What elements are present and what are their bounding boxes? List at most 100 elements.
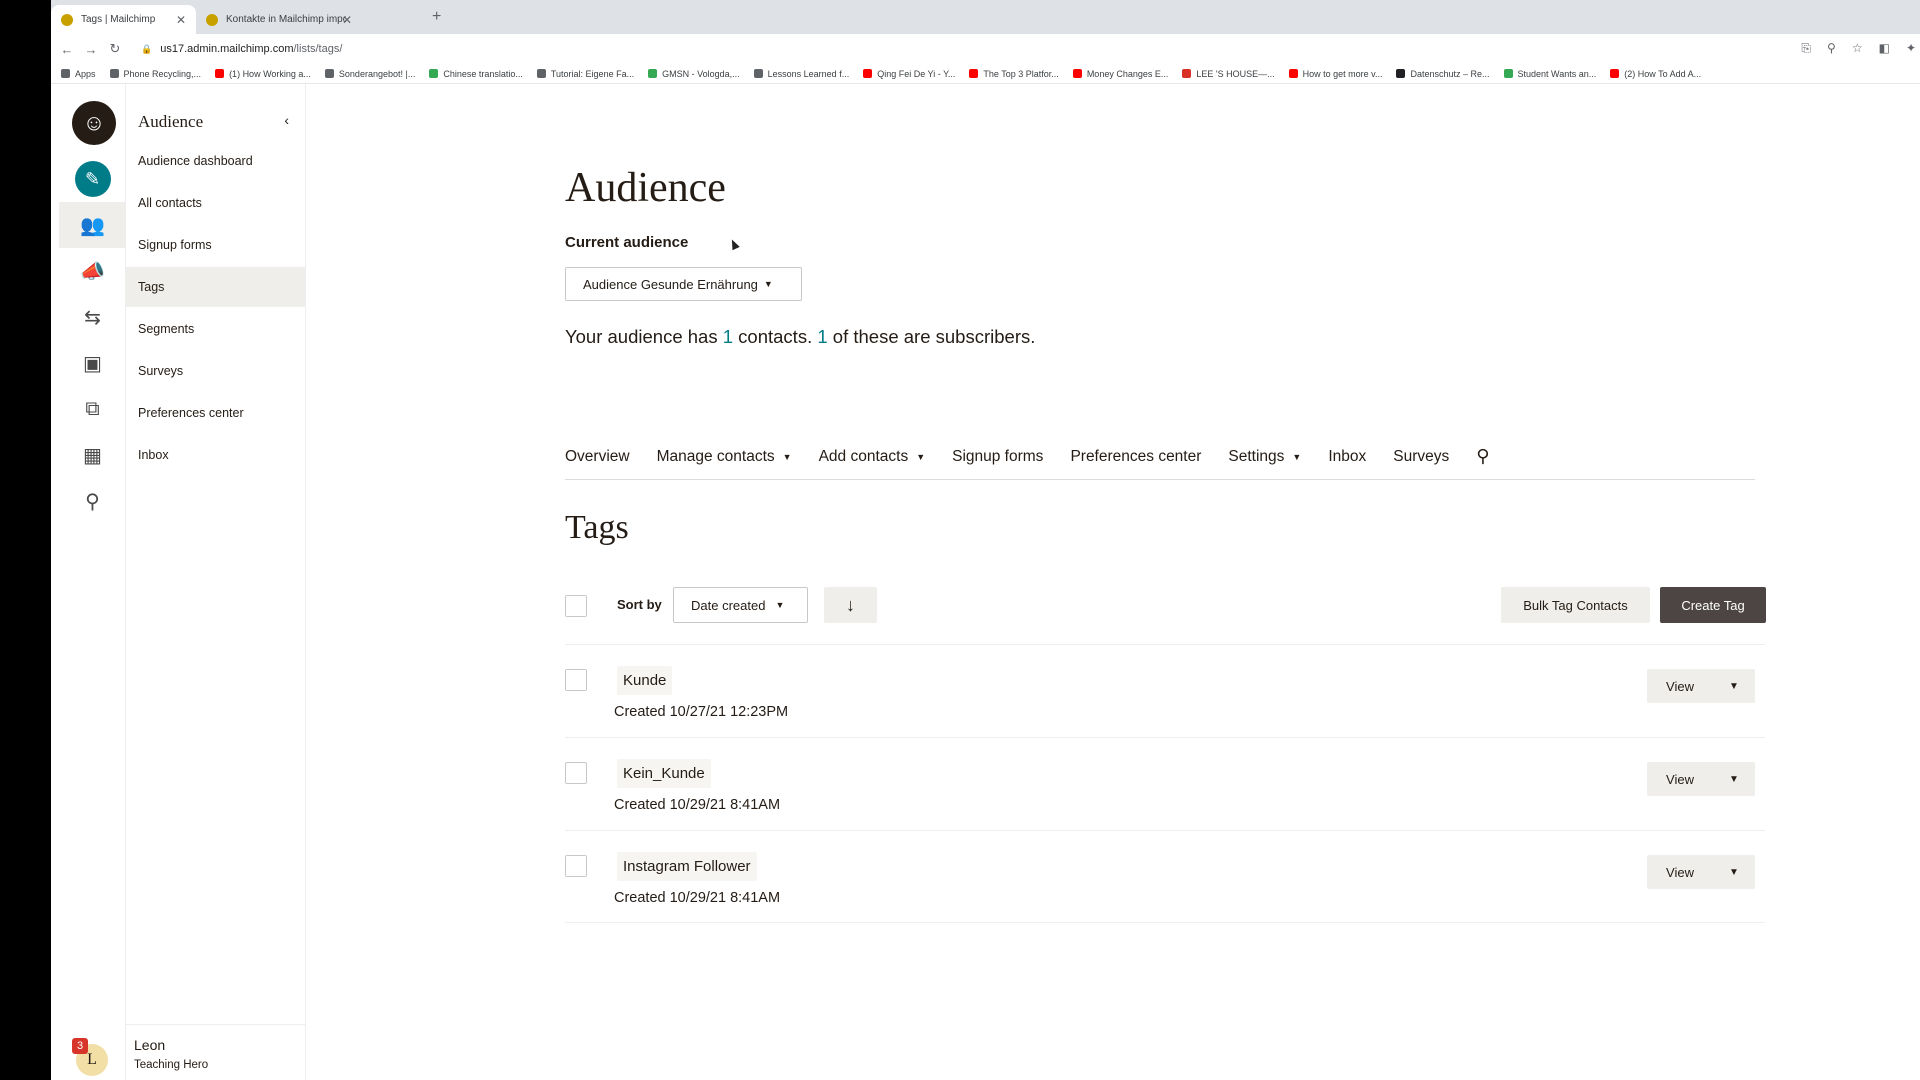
rail-item-integrations[interactable]: ▦ <box>59 432 126 478</box>
tag-checkbox[interactable] <box>565 762 587 784</box>
bookmark-favicon-icon <box>1288 69 1298 78</box>
tab-settings[interactable]: Settings ▼ <box>1228 448 1301 466</box>
subnav-item-segments[interactable]: Segments <box>126 309 305 349</box>
view-button[interactable]: View <box>1647 679 1713 694</box>
bookmark-favicon-icon <box>1503 69 1513 78</box>
bookmark-label: Datenschutz – Re... <box>1410 68 1490 79</box>
close-tab-icon[interactable]: ✕ <box>342 13 352 27</box>
bookmark-item[interactable]: Student Wants an... <box>1503 69 1596 79</box>
url-field[interactable]: 🔒 us17.admin.mailchimp.com/lists/tags/ <box>141 43 342 55</box>
search-icon[interactable]: ⚲ <box>1476 446 1489 467</box>
browser-tab-import[interactable]: Kontakte in Mailchimp import ✕ <box>196 5 362 34</box>
rail-item-content[interactable]: ⧉ <box>59 386 126 432</box>
contacts-count[interactable]: 1 <box>723 326 733 347</box>
subnav-item-inbox[interactable]: Inbox <box>126 435 305 475</box>
rail-item-create[interactable]: ✎ <box>59 156 126 202</box>
profile-role: Teaching Hero <box>134 1059 209 1071</box>
chevron-down-icon[interactable]: ▼ <box>1713 681 1755 692</box>
subnav-item-tags[interactable]: Tags <box>126 267 305 307</box>
bookmark-favicon-icon <box>1182 69 1192 78</box>
create-tag-button[interactable]: Create Tag <box>1660 587 1766 623</box>
collapse-chevron-icon[interactable]: ‹ <box>284 112 289 128</box>
tab-add-contacts[interactable]: Add contacts ▼ <box>819 448 926 466</box>
bookmark-item[interactable]: Chinese translatio... <box>429 69 523 79</box>
bookmark-item[interactable]: Phone Recycling,... <box>109 68 202 79</box>
tag-name[interactable]: Kunde <box>617 666 673 695</box>
tab-surveys[interactable]: Surveys <box>1393 448 1449 466</box>
browser-tab-tags[interactable]: Tags | Mailchimp ✕ <box>51 5 196 34</box>
sort-select[interactable]: Date created ▼ <box>673 587 808 623</box>
subnav-item-surveys[interactable]: Surveys <box>126 351 305 391</box>
subnav-item-preferences-center[interactable]: Preferences center <box>126 393 305 433</box>
subnav-item-signup-forms[interactable]: Signup forms <box>126 225 305 265</box>
mailchimp-logo-icon[interactable]: ☺ <box>72 101 116 145</box>
bookmark-item[interactable]: LEE 'S HOUSE—... <box>1182 69 1275 79</box>
tab-label: Signup forms <box>952 447 1044 465</box>
close-tab-icon[interactable]: ✕ <box>176 13 186 27</box>
bookmark-item[interactable]: Tutorial: Eigene Fa... <box>536 69 634 79</box>
bookmark-label: Chinese translatio... <box>443 68 523 79</box>
tab-label: Manage contacts <box>656 447 775 465</box>
sort-direction-button[interactable]: ↓ <box>824 587 877 623</box>
search-icon: ⚲ <box>85 490 100 513</box>
rail-item-campaigns[interactable]: 📣 <box>59 248 126 294</box>
bookmark-item[interactable]: (1) How Working a... <box>215 69 311 79</box>
tag-name[interactable]: Instagram Follower <box>617 852 757 881</box>
tab-label: Overview <box>565 447 630 465</box>
bookmark-star-icon[interactable]: ☆ <box>1852 41 1863 56</box>
bookmark-item[interactable]: Sonderangebot! |... <box>324 69 415 79</box>
tab-signup-forms[interactable]: Signup forms <box>952 448 1043 466</box>
bookmark-item[interactable]: (2) How To Add A... <box>1610 69 1701 79</box>
audience-icon: 👥 <box>80 214 105 237</box>
tag-checkbox[interactable] <box>565 669 587 691</box>
rail-item-search[interactable]: ⚲ <box>59 478 126 524</box>
zoom-icon[interactable]: ⚲ <box>1827 41 1836 56</box>
url-path: /lists/tags/ <box>293 43 343 55</box>
integrations-grid-icon: ▦ <box>83 444 102 467</box>
tab-manage-contacts[interactable]: Manage contacts ▼ <box>657 448 792 466</box>
bookmark-item[interactable]: Money Changes E... <box>1072 69 1168 79</box>
bulk-tag-contacts-button[interactable]: Bulk Tag Contacts <box>1501 587 1650 623</box>
subscribers-count[interactable]: 1 <box>817 326 827 347</box>
chevron-down-icon[interactable]: ▼ <box>1713 867 1755 878</box>
new-tab-button[interactable]: + <box>432 8 441 26</box>
rail-item-website[interactable]: ▣ <box>59 340 126 386</box>
bookmark-item[interactable]: Datenschutz – Re... <box>1396 68 1490 79</box>
main-content: Audience Current audience Audience Gesun… <box>306 84 1920 1080</box>
view-button[interactable]: View <box>1647 772 1713 787</box>
rail-item-audience[interactable]: 👥 <box>59 202 126 248</box>
bookmark-favicon-icon <box>648 69 658 78</box>
view-button[interactable]: View <box>1647 865 1713 880</box>
tag-created-date: Created 10/27/21 12:23PM <box>614 704 789 720</box>
tab-inbox[interactable]: Inbox <box>1328 448 1366 466</box>
bookmark-item[interactable]: How to get more v... <box>1288 69 1382 79</box>
bookmark-item[interactable]: Lessons Learned f... <box>753 68 850 79</box>
tag-name[interactable]: Kein_Kunde <box>617 759 711 788</box>
tab-preferences-center[interactable]: Preferences center <box>1070 448 1201 466</box>
bookmark-favicon-icon <box>1396 69 1406 78</box>
tab-label: Surveys <box>1393 447 1450 465</box>
translate-icon[interactable]: ⎘ <box>1801 41 1811 56</box>
bookmark-item[interactable]: The Top 3 Platfor... <box>969 69 1059 79</box>
puzzle-icon[interactable]: ✦ <box>1906 41 1916 56</box>
bookmark-label: Lessons Learned f... <box>767 68 850 79</box>
bookmark-label: Phone Recycling,... <box>123 68 202 79</box>
extension-icon[interactable]: ◧ <box>1879 41 1890 56</box>
bookmark-item[interactable]: Apps <box>61 69 96 79</box>
profile-block[interactable]: Leon Teaching Hero <box>126 1024 305 1080</box>
subnav-item-all-contacts[interactable]: All contacts <box>126 183 305 223</box>
reload-icon[interactable]: ↻ <box>103 41 127 57</box>
chevron-down-icon[interactable]: ▼ <box>1713 774 1755 785</box>
tab-overview[interactable]: Overview <box>565 448 630 466</box>
select-all-checkbox[interactable] <box>565 595 587 617</box>
bookmark-item[interactable]: Qing Fei De Yi - Y... <box>863 69 955 79</box>
subnav-item-audience-dashboard[interactable]: Audience dashboard <box>126 141 305 181</box>
bookmark-item[interactable]: GMSN - Vologda,... <box>648 69 740 79</box>
back-icon[interactable]: ← <box>55 42 79 57</box>
rail-item-automations[interactable]: ⇆ <box>59 294 126 340</box>
tag-checkbox[interactable] <box>565 855 587 877</box>
bookmark-favicon-icon <box>753 69 763 78</box>
account-avatar[interactable]: L 3 <box>72 1038 112 1078</box>
audience-select[interactable]: Audience Gesunde Ernährung ▼ <box>565 267 802 301</box>
forward-icon[interactable]: → <box>79 42 103 57</box>
